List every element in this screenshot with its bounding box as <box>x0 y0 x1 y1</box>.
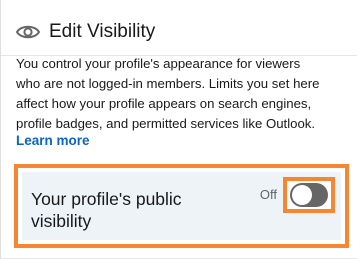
public-visibility-toggle[interactable] <box>290 183 328 207</box>
public-visibility-toggle-group: Off <box>260 177 335 213</box>
public-visibility-setting-row: Your profile's public visibility Off <box>22 172 341 240</box>
section-header: Edit Visibility <box>15 18 155 46</box>
toggle-knob <box>292 185 312 205</box>
learn-more-link[interactable]: Learn more <box>16 131 90 151</box>
page-title: Edit Visibility <box>49 21 156 42</box>
public-visibility-highlight: Your profile's public visibility Off <box>14 164 349 248</box>
visibility-description: You control your profile's appearance fo… <box>16 54 356 134</box>
edit-visibility-panel: Edit Visibility You control your profile… <box>0 0 357 259</box>
public-visibility-label-line: Your profile's public <box>31 189 182 209</box>
description-line: affect how your profile appears on searc… <box>16 96 312 111</box>
toggle-state-label: Off <box>259 187 277 202</box>
public-visibility-label-line: visibility <box>31 211 92 231</box>
description-line: who are not logged-in members. Limits yo… <box>16 76 320 91</box>
eye-icon <box>15 22 41 42</box>
description-line: You control your profile's appearance fo… <box>16 56 301 71</box>
public-visibility-label: Your profile's public visibility <box>31 188 182 232</box>
toggle-highlight <box>283 177 335 213</box>
